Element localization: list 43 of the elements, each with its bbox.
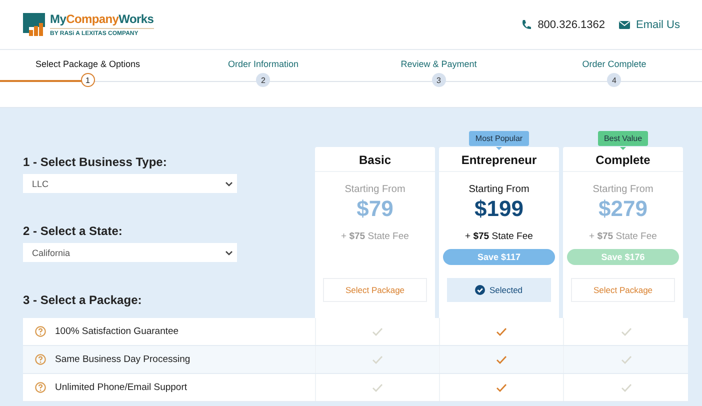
savings-pill: Save $117 <box>443 249 555 265</box>
logo-icon <box>23 13 45 36</box>
help-icon <box>35 382 46 393</box>
email-link[interactable]: Email Us <box>636 18 680 30</box>
envelope-icon <box>618 20 630 28</box>
chevron-down-icon <box>225 180 233 186</box>
check-circle-icon <box>475 285 486 295</box>
starting-from-label: Starting From <box>592 184 654 195</box>
state-fee: + $75 State Fee <box>465 231 533 242</box>
state-fee: + $75 State Fee <box>341 231 409 242</box>
package-name: Complete <box>563 147 683 172</box>
savings-pill: Save $176 <box>567 249 679 265</box>
question-label: 1 - Select Business Type: <box>23 155 168 169</box>
feature-label: 100% Satisfaction Guarantee <box>55 326 179 337</box>
step-number: 4 <box>607 73 622 87</box>
logo-wordmark: MyCompanyWorks <box>50 12 154 29</box>
dropdown[interactable]: California <box>23 243 237 262</box>
help-icon <box>35 354 46 365</box>
step-number: 1 <box>80 73 95 87</box>
feature-label: Same Business Day Processing <box>55 354 190 365</box>
step-label[interactable]: Order Complete <box>582 59 646 69</box>
phone-number: 800.326.1362 <box>538 18 605 30</box>
package-price: $199 <box>474 196 524 222</box>
step-label[interactable]: Review & Payment <box>400 59 477 69</box>
selected-button[interactable]: Selected <box>447 278 551 302</box>
phone-icon <box>520 19 532 30</box>
step-label[interactable]: Order Information <box>228 59 299 69</box>
starting-from-label: Starting From <box>468 184 530 195</box>
help-icon <box>35 326 46 337</box>
question-label: 3 - Select a Package: <box>23 293 143 307</box>
step-number: 2 <box>256 73 270 87</box>
chevron-down-icon <box>225 250 233 256</box>
package-name: Entrepreneur <box>439 147 559 172</box>
feature-label: Unlimited Phone/Email Support <box>55 382 188 393</box>
starting-from-label: Starting From <box>344 184 406 195</box>
state-fee: + $75 State Fee <box>589 231 657 242</box>
package-name: Basic <box>315 147 435 172</box>
question-label: 2 - Select a State: <box>23 224 124 238</box>
package-price: $279 <box>598 196 648 222</box>
package-price: $79 <box>356 196 394 222</box>
dropdown[interactable]: LLC <box>23 174 237 193</box>
step-number: 3 <box>432 73 446 87</box>
step-label[interactable]: Select Package & Options <box>35 59 140 69</box>
